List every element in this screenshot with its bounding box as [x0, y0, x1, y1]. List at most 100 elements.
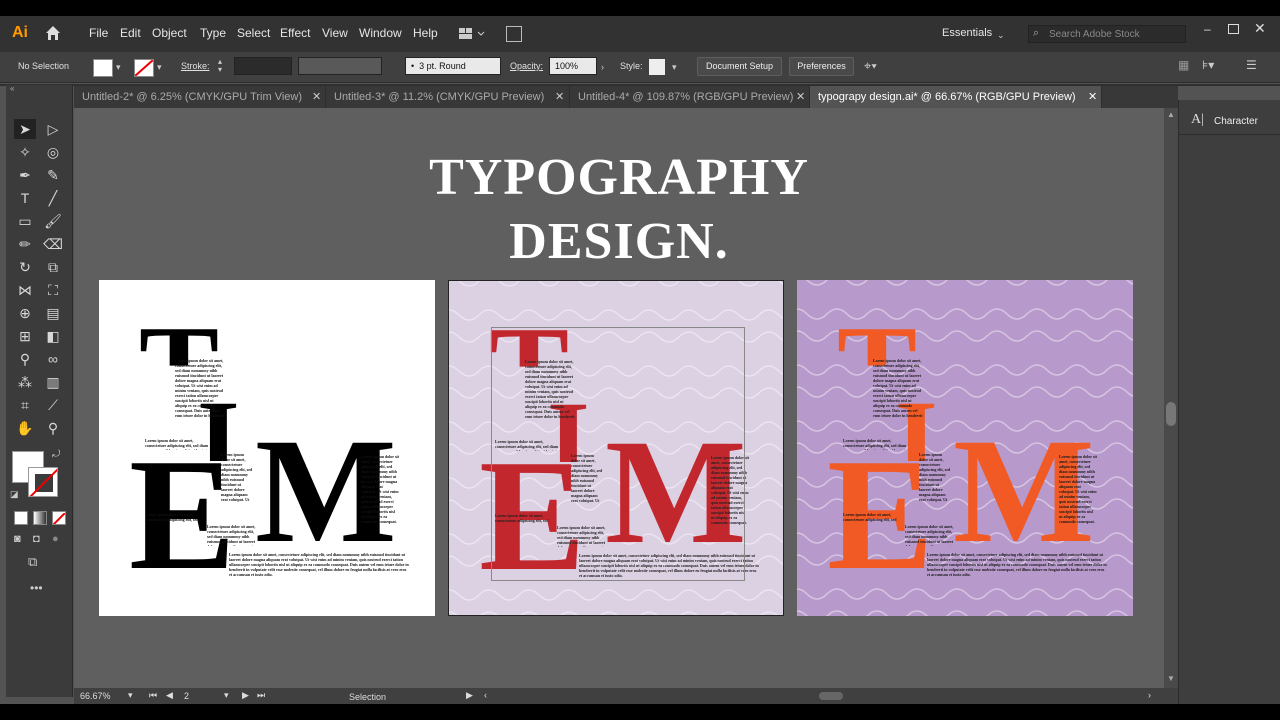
- stroke-color-box[interactable]: [28, 467, 58, 497]
- menu-edit[interactable]: Edit: [120, 26, 141, 40]
- tab-untitled-2[interactable]: Untitled-2* @ 6.25% (CMYK/GPU Trim View): [74, 86, 326, 108]
- search-stock-field[interactable]: ⌕ Search Adobe Stock: [1028, 25, 1186, 43]
- scroll-left-icon[interactable]: ‹: [484, 690, 487, 700]
- width-tool-icon[interactable]: ⋈: [14, 280, 36, 300]
- scale-tool-icon[interactable]: ⧉: [42, 257, 64, 277]
- scroll-right-icon[interactable]: ›: [1148, 690, 1151, 700]
- screen-mode-icon[interactable]: ⧉: [28, 554, 37, 570]
- column-graph-tool-icon[interactable]: ▥: [42, 372, 64, 392]
- tab-close-icon[interactable]: ✕: [555, 90, 564, 103]
- pen-tool-icon[interactable]: ✒: [14, 165, 36, 185]
- menu-object[interactable]: Object: [152, 26, 187, 40]
- opacity-chevron-icon[interactable]: ›: [601, 62, 604, 72]
- artboard-3[interactable]: T I E M Lorem ipsum dolor sit amet, consecte…: [797, 280, 1133, 616]
- direct-selection-tool-icon[interactable]: ▷: [42, 119, 64, 139]
- opacity-input[interactable]: 100%: [549, 57, 597, 75]
- first-artboard-icon[interactable]: ⏮: [149, 690, 157, 701]
- quick-actions-icon[interactable]: ⌖▾: [864, 58, 877, 74]
- align-icon[interactable]: ▦: [1178, 58, 1189, 72]
- maximize-button[interactable]: [1228, 24, 1239, 34]
- horizontal-scrollbar[interactable]: ‹ ›: [484, 690, 1154, 701]
- pencil-tool-icon[interactable]: ✏: [14, 234, 36, 254]
- shape-builder-tool-icon[interactable]: ⊕: [14, 303, 36, 323]
- mesh-tool-icon[interactable]: ⊞: [14, 326, 36, 346]
- selection-bounding-box[interactable]: [491, 327, 745, 581]
- character-panel-tab[interactable]: A| Character: [1179, 108, 1280, 135]
- lasso-tool-icon[interactable]: ◎: [42, 142, 64, 162]
- home-icon[interactable]: [44, 24, 62, 42]
- zoom-tool-icon[interactable]: ⚲: [42, 418, 64, 438]
- menu-window[interactable]: Window: [359, 26, 402, 40]
- toolbar-collapse-icon[interactable]: «: [10, 84, 14, 93]
- artboard-chevron-icon[interactable]: ▾: [224, 690, 229, 701]
- menu-view[interactable]: View: [322, 26, 348, 40]
- perspective-grid-tool-icon[interactable]: ▤: [42, 303, 64, 323]
- line-tool-icon[interactable]: ╱: [42, 188, 64, 208]
- preferences-button[interactable]: Preferences: [789, 57, 854, 76]
- tab-close-icon[interactable]: ✕: [312, 90, 321, 103]
- artboard-1[interactable]: T I E M Lorem ipsum dolor sit amet, consecte…: [99, 280, 435, 616]
- workspace-chevron-icon[interactable]: ⌄: [997, 30, 1005, 41]
- scroll-down-icon[interactable]: ▼: [1167, 674, 1175, 683]
- workspace-switcher[interactable]: Essentials: [942, 27, 992, 39]
- draw-normal-icon[interactable]: ◙: [14, 533, 21, 545]
- transform-icon[interactable]: ⊧▾: [1202, 58, 1214, 72]
- curvature-tool-icon[interactable]: ✎: [42, 165, 64, 185]
- opacity-label[interactable]: Opacity:: [510, 61, 543, 71]
- panel-menu-icon[interactable]: ☰: [1246, 58, 1257, 72]
- menu-type[interactable]: Type: [200, 26, 226, 40]
- tab-untitled-4[interactable]: Untitled-4* @ 109.87% (RGB/GPU Preview): [570, 86, 810, 108]
- artboard-number-field[interactable]: 2: [184, 691, 224, 701]
- vertical-scrollbar[interactable]: ▲ ▼: [1164, 108, 1178, 688]
- rectangle-tool-icon[interactable]: ▭: [14, 211, 36, 231]
- last-artboard-icon[interactable]: ⏭: [257, 690, 265, 701]
- prev-artboard-icon[interactable]: ◀: [166, 690, 173, 701]
- symbol-sprayer-tool-icon[interactable]: ⁂: [14, 372, 36, 392]
- artboard-tool-icon[interactable]: ⌗: [14, 395, 36, 415]
- next-artboard-icon[interactable]: ▶: [242, 690, 249, 701]
- tab-close-icon[interactable]: ✕: [1088, 90, 1097, 103]
- minimize-button[interactable]: –: [1204, 22, 1211, 36]
- eraser-tool-icon[interactable]: ⌫: [42, 234, 64, 254]
- arrange-documents-icon[interactable]: [458, 27, 486, 41]
- menu-file[interactable]: File: [89, 26, 108, 40]
- fill-chevron-icon[interactable]: ▾: [116, 62, 121, 73]
- h-scroll-thumb[interactable]: [819, 692, 843, 700]
- fill-swatch[interactable]: [93, 59, 113, 77]
- document-setup-button[interactable]: Document Setup: [697, 57, 782, 76]
- hand-tool-icon[interactable]: ✋: [14, 418, 36, 438]
- rotate-tool-icon[interactable]: ↻: [14, 257, 36, 277]
- zoom-level-field[interactable]: 66.67%: [80, 691, 111, 701]
- variable-width-profile[interactable]: [298, 57, 382, 75]
- color-mode-icon[interactable]: [14, 511, 28, 525]
- menu-select[interactable]: Select: [237, 26, 270, 40]
- stroke-stepper[interactable]: ▴ ▾: [218, 58, 230, 76]
- stroke-label[interactable]: Stroke:: [181, 61, 210, 71]
- magic-wand-tool-icon[interactable]: ✧: [14, 142, 36, 162]
- draw-inside-icon[interactable]: ●: [52, 533, 59, 545]
- edit-toolbar-icon[interactable]: •••: [30, 581, 43, 595]
- zoom-chevron-icon[interactable]: ▾: [128, 690, 133, 701]
- tab-typography-design[interactable]: typograpy design.ai* @ 66.67% (RGB/GPU P…: [810, 86, 1102, 108]
- tab-close-icon[interactable]: ✕: [796, 90, 805, 103]
- free-transform-tool-icon[interactable]: ⛶: [42, 280, 64, 300]
- gradient-mode-icon[interactable]: [33, 511, 47, 525]
- type-tool-icon[interactable]: T: [14, 188, 36, 208]
- slice-tool-icon[interactable]: ⟋: [42, 395, 64, 415]
- gpu-performance-icon[interactable]: [506, 26, 522, 42]
- default-colors-icon[interactable]: ◪: [10, 489, 19, 500]
- paintbrush-tool-icon[interactable]: 🖌: [42, 211, 64, 231]
- gradient-tool-icon[interactable]: ◧: [42, 326, 64, 346]
- blend-tool-icon[interactable]: ∞: [42, 349, 64, 369]
- swap-fill-stroke-icon[interactable]: ⤾: [52, 449, 60, 460]
- stroke-swatch[interactable]: [134, 59, 154, 77]
- stroke-weight-input[interactable]: [234, 57, 292, 75]
- draw-behind-icon[interactable]: ◘: [33, 533, 40, 545]
- graphic-style-swatch[interactable]: [649, 59, 665, 75]
- close-window-button[interactable]: ✕: [1254, 20, 1266, 37]
- status-menu-icon[interactable]: ▶: [466, 690, 473, 701]
- artboard-2[interactable]: T I E M Lorem ipsum dolor sit amet, consecte…: [448, 280, 784, 616]
- menu-help[interactable]: Help: [413, 26, 438, 40]
- scroll-thumb[interactable]: [1166, 402, 1176, 426]
- tab-untitled-3[interactable]: Untitled-3* @ 11.2% (CMYK/GPU Preview): [326, 86, 570, 108]
